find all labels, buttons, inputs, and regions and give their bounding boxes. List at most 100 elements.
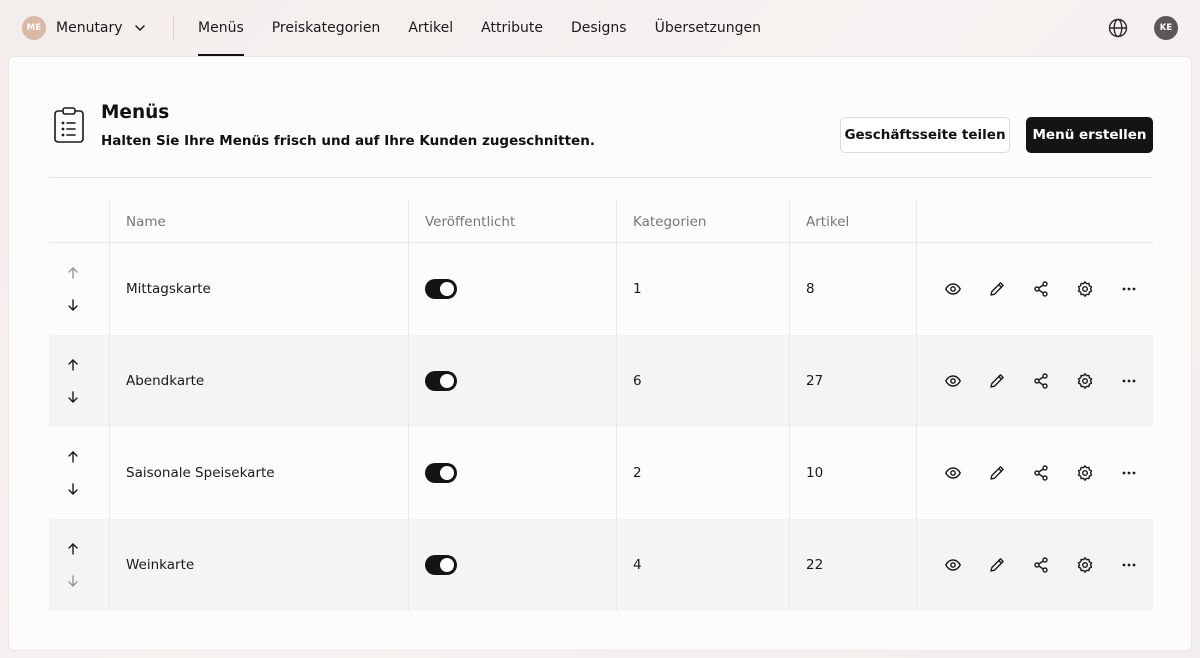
- menu-name[interactable]: Weinkarte: [126, 519, 194, 611]
- main-nav: Menüs Preiskategorien Artikel Attribute …: [198, 0, 789, 56]
- share-button[interactable]: [1032, 372, 1050, 390]
- column-divider: [408, 201, 409, 242]
- arrow-up-icon[interactable]: [65, 541, 81, 557]
- column-divider: [916, 201, 917, 242]
- arrow-down-icon[interactable]: [65, 573, 81, 589]
- column-divider: [109, 335, 110, 427]
- settings-icon: [1076, 465, 1094, 486]
- published-toggle[interactable]: [425, 555, 457, 575]
- share-button[interactable]: [1032, 464, 1050, 482]
- categories-count: 6: [633, 373, 642, 389]
- column-divider: [916, 335, 917, 427]
- toggle-knob: [440, 282, 454, 296]
- toggle-knob: [440, 558, 454, 572]
- published-toggle[interactable]: [425, 279, 457, 299]
- nav-item-translations[interactable]: Übersetzungen: [655, 0, 761, 56]
- column-header-categories[interactable]: Kategorien: [633, 201, 706, 242]
- nav-item-designs[interactable]: Designs: [571, 0, 627, 56]
- toggle-knob: [440, 374, 454, 388]
- menu-name[interactable]: Abendkarte: [126, 335, 204, 427]
- arrow-down-icon[interactable]: [65, 389, 81, 405]
- edit-button[interactable]: [988, 372, 1006, 390]
- share-business-page-button[interactable]: Geschäftsseite teilen: [840, 117, 1010, 153]
- column-header-published[interactable]: Veröffentlicht: [425, 201, 515, 242]
- edit-button[interactable]: [988, 556, 1006, 574]
- column-divider: [916, 427, 917, 519]
- settings-icon: [1076, 373, 1094, 394]
- more-options-button[interactable]: [1120, 372, 1138, 390]
- menus-table: Name Veröffentlicht Kategorien Artikel M…: [49, 201, 1153, 611]
- nav-divider: [173, 16, 174, 40]
- arrow-down-icon[interactable]: [65, 481, 81, 497]
- column-divider: [789, 201, 790, 242]
- edit-button[interactable]: [988, 280, 1006, 298]
- nav-item-articles[interactable]: Artikel: [408, 0, 453, 56]
- more-options-button[interactable]: [1120, 464, 1138, 482]
- create-menu-button[interactable]: Menü erstellen: [1026, 117, 1153, 153]
- eye-icon: [944, 467, 962, 486]
- settings-button[interactable]: [1076, 556, 1094, 574]
- published-toggle[interactable]: [425, 371, 457, 391]
- column-divider: [789, 243, 790, 335]
- edit-button[interactable]: [988, 464, 1006, 482]
- pencil-icon: [988, 466, 1006, 486]
- articles-count: 8: [806, 281, 815, 297]
- organization-avatar: ME: [22, 16, 46, 40]
- table-row: Abendkarte 6 27: [49, 335, 1153, 427]
- preview-button[interactable]: [944, 464, 962, 482]
- top-navigation: ME Menutary Menüs Preiskategorien Artike…: [0, 0, 1200, 56]
- column-divider: [109, 519, 110, 611]
- share-button[interactable]: [1032, 280, 1050, 298]
- more-icon: [1120, 559, 1138, 578]
- more-icon: [1120, 467, 1138, 486]
- share-icon: [1032, 465, 1050, 486]
- categories-count: 2: [633, 465, 642, 481]
- header-divider: [49, 177, 1153, 178]
- page-subtitle: Halten Sie Ihre Menüs frisch und auf Ihr…: [101, 133, 595, 149]
- settings-icon: [1076, 557, 1094, 578]
- eye-icon: [944, 559, 962, 578]
- column-header-name[interactable]: Name: [126, 201, 166, 242]
- arrow-down-icon[interactable]: [65, 297, 81, 313]
- globe-icon[interactable]: [1107, 17, 1129, 39]
- arrow-up-icon[interactable]: [65, 265, 81, 281]
- settings-button[interactable]: [1076, 464, 1094, 482]
- table-header: Name Veröffentlicht Kategorien Artikel: [49, 201, 1153, 243]
- preview-button[interactable]: [944, 372, 962, 390]
- arrow-up-icon[interactable]: [65, 357, 81, 373]
- share-icon: [1032, 373, 1050, 394]
- categories-count: 4: [633, 557, 642, 573]
- column-divider: [408, 519, 409, 611]
- column-divider: [789, 335, 790, 427]
- eye-icon: [944, 283, 962, 302]
- column-divider: [789, 427, 790, 519]
- menu-name[interactable]: Saisonale Speisekarte: [126, 427, 275, 519]
- preview-button[interactable]: [944, 556, 962, 574]
- column-header-articles[interactable]: Artikel: [806, 201, 849, 242]
- nav-item-attributes[interactable]: Attribute: [481, 0, 543, 56]
- table-body: Mittagskarte 1 8 Abendkarte 6 27 Saisonale Spe…: [49, 243, 1153, 611]
- column-divider: [616, 335, 617, 427]
- nav-item-price-categories[interactable]: Preiskategorien: [272, 0, 381, 56]
- menu-name[interactable]: Mittagskarte: [126, 243, 211, 335]
- column-divider: [408, 243, 409, 335]
- arrow-up-icon[interactable]: [65, 449, 81, 465]
- organization-switcher[interactable]: ME Menutary: [22, 16, 147, 40]
- settings-button[interactable]: [1076, 372, 1094, 390]
- more-options-button[interactable]: [1120, 556, 1138, 574]
- pencil-icon: [988, 558, 1006, 578]
- clipboard-list-icon: [53, 106, 85, 144]
- more-icon: [1120, 283, 1138, 302]
- column-divider: [789, 519, 790, 611]
- table-row: Weinkarte 4 22: [49, 519, 1153, 611]
- chevron-down-icon: [133, 21, 147, 35]
- settings-button[interactable]: [1076, 280, 1094, 298]
- table-row: Mittagskarte 1 8: [49, 243, 1153, 335]
- column-divider: [109, 243, 110, 335]
- share-button[interactable]: [1032, 556, 1050, 574]
- user-avatar[interactable]: KE: [1154, 16, 1178, 40]
- nav-item-menus[interactable]: Menüs: [198, 0, 244, 56]
- published-toggle[interactable]: [425, 463, 457, 483]
- preview-button[interactable]: [944, 280, 962, 298]
- more-options-button[interactable]: [1120, 280, 1138, 298]
